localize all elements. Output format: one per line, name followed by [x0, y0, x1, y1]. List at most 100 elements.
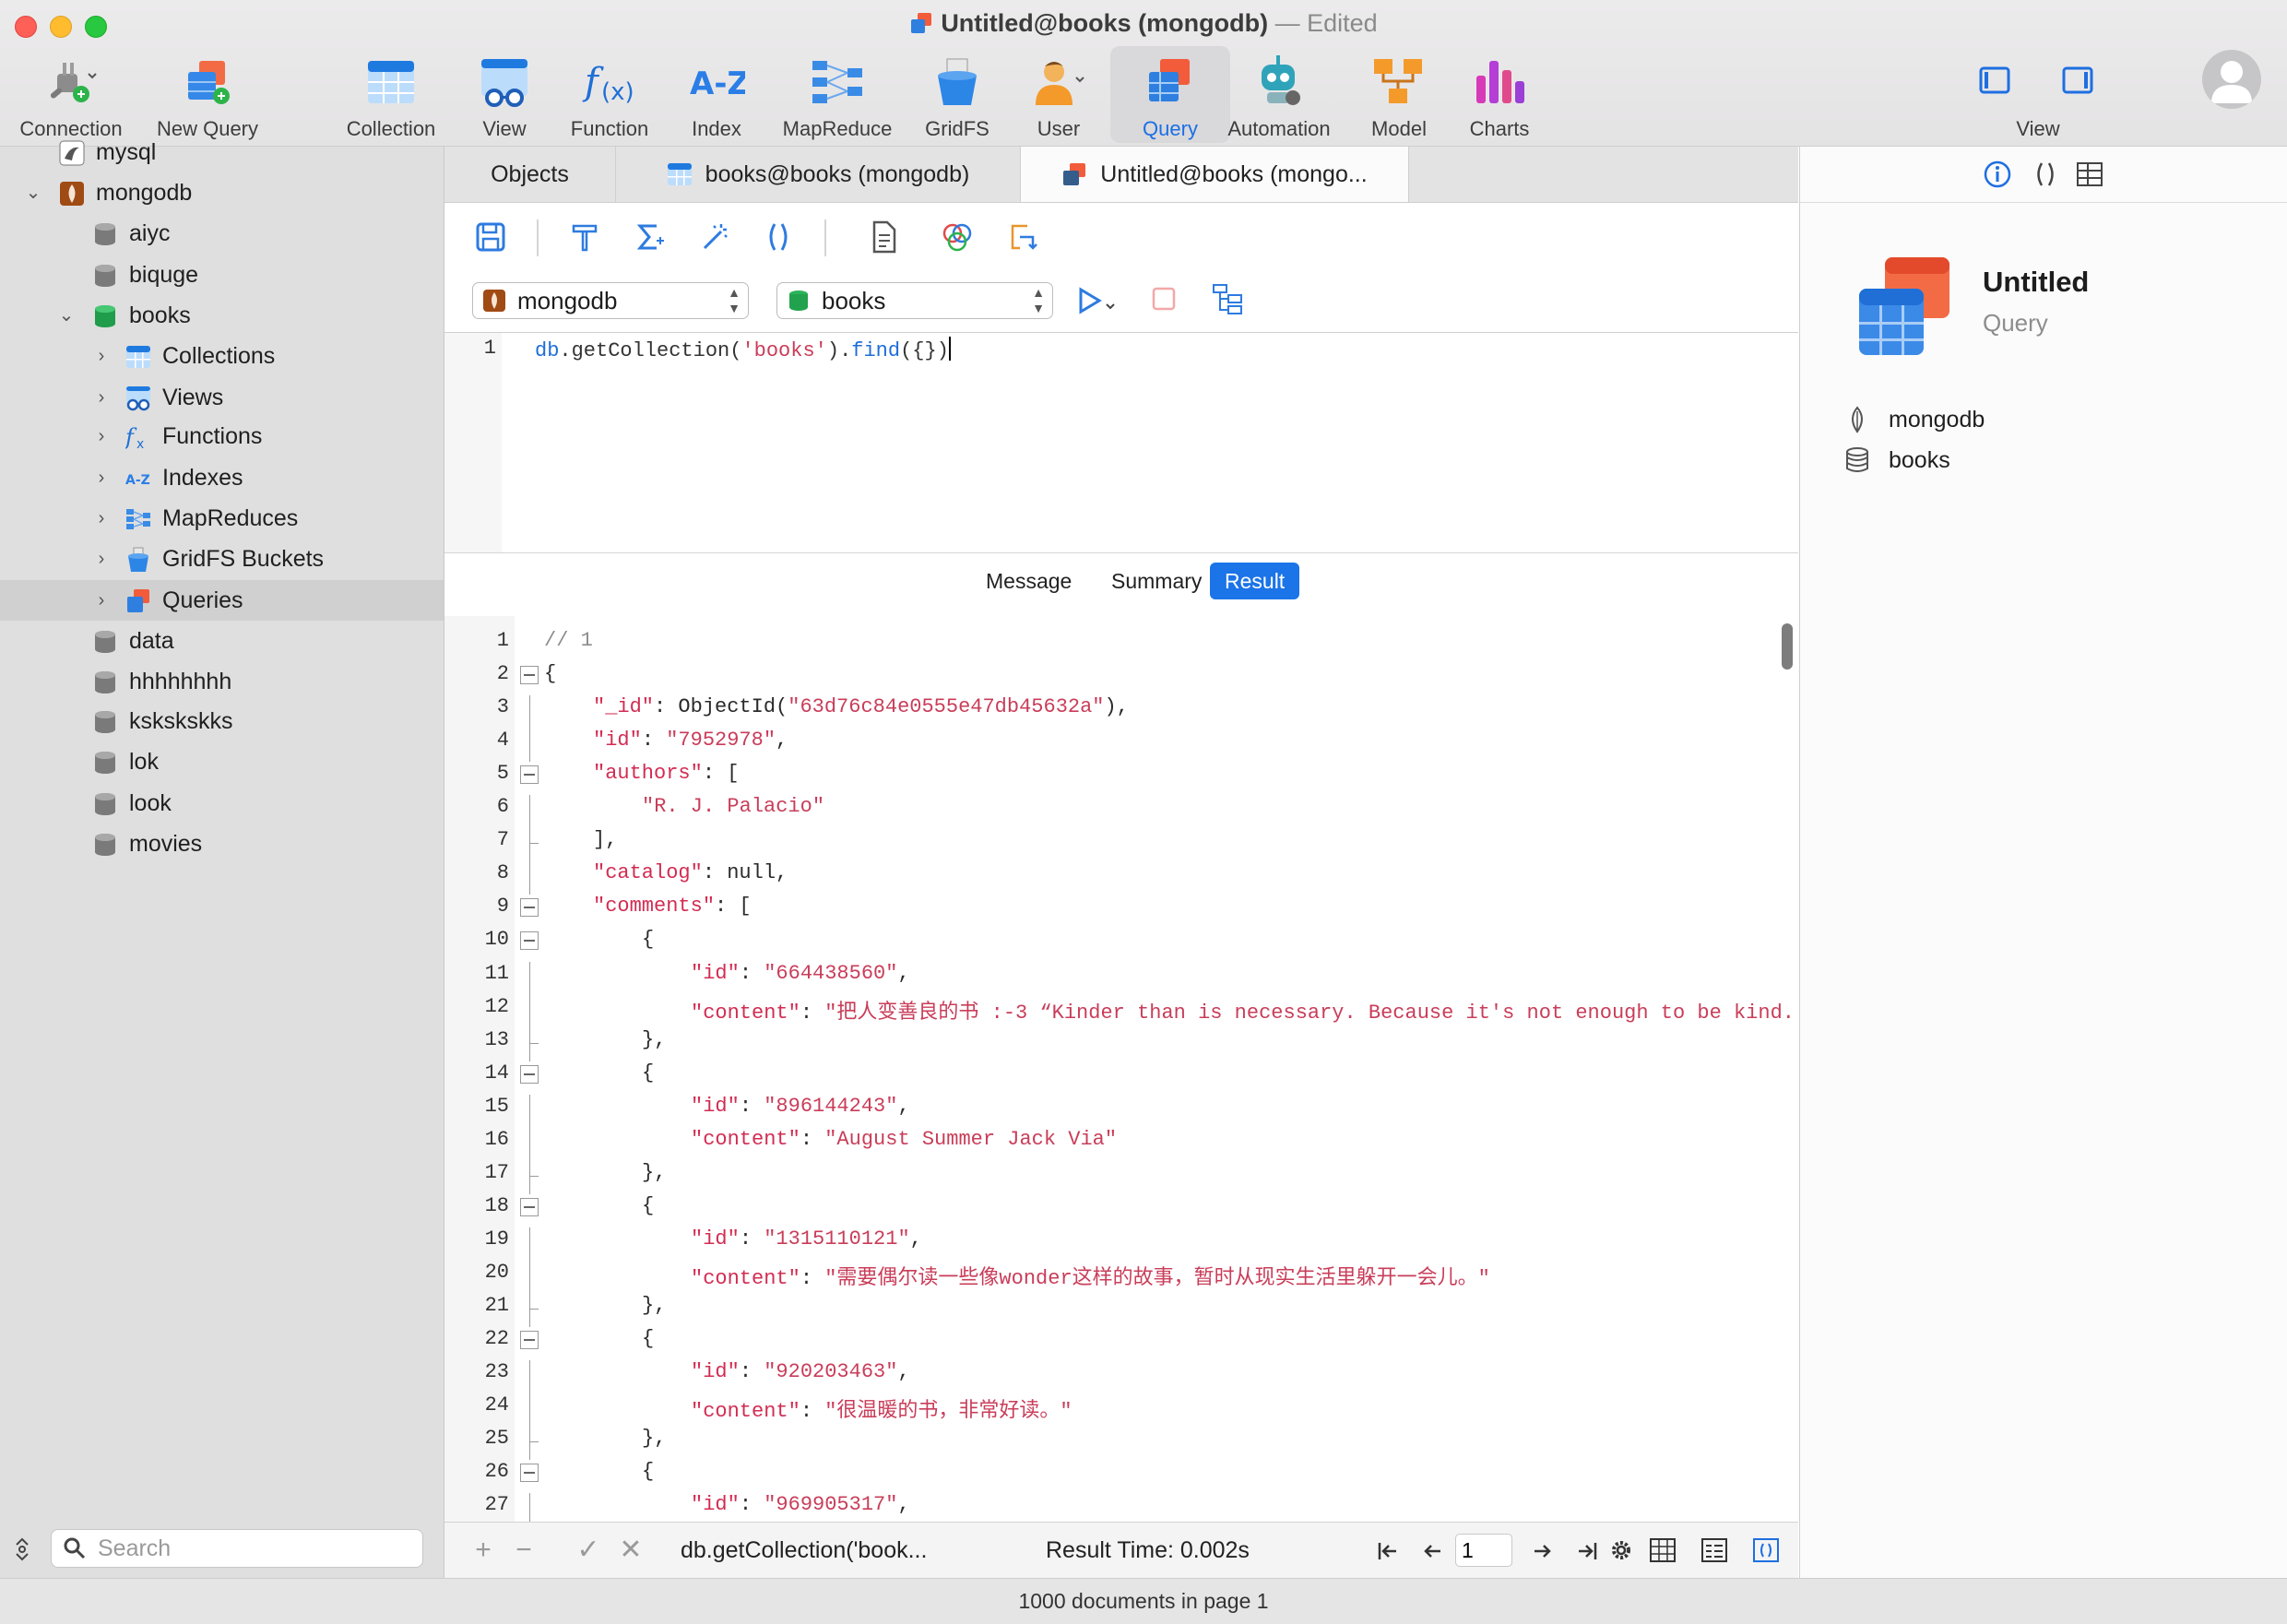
tree-item-views[interactable]: › Views [0, 377, 444, 418]
user-avatar[interactable] [2202, 50, 2261, 109]
tree-item-movies[interactable]: movies [0, 824, 444, 864]
result-code-line[interactable]: { [642, 1460, 654, 1483]
tree-item-mongodb[interactable]: ⌄ mongodb [0, 172, 444, 213]
aggregate-sigma-icon[interactable] [629, 217, 670, 257]
tree-item-biquge[interactable]: biquge [0, 255, 444, 295]
database-select[interactable]: books ▲ ▼ [776, 282, 1053, 319]
next-page-icon[interactable] [1531, 1539, 1555, 1563]
tree-item-ksksksk[interactable]: kskskskks [0, 701, 444, 741]
tree-item-gridfs-buckets[interactable]: › GridFS Buckets [0, 539, 444, 579]
result-code-line[interactable]: // 1 [544, 629, 593, 652]
tab-message[interactable]: Message [971, 563, 1086, 599]
result-code-line[interactable]: "id": "1315110121", [691, 1227, 922, 1251]
editor-code-line[interactable]: db.getCollection('books').find({}) [535, 337, 951, 362]
delete-record-button[interactable]: − [507, 1534, 540, 1567]
result-code-line[interactable]: "comments": [ [593, 895, 752, 918]
result-scrollbar[interactable] [1782, 623, 1793, 670]
chevron-down-icon[interactable]: ⌄ [22, 172, 44, 213]
stop-icon[interactable] [1151, 286, 1177, 312]
tree-item-books[interactable]: ⌄ books [0, 295, 444, 336]
chevron-right-icon[interactable]: › [90, 580, 113, 621]
result-code-line[interactable]: { [544, 662, 556, 685]
fold-toggle-icon[interactable] [520, 931, 539, 950]
export-icon[interactable] [1001, 217, 1042, 257]
search-input[interactable] [96, 1534, 413, 1563]
page-number-input[interactable] [1455, 1534, 1512, 1567]
form-view-icon[interactable] [1700, 1537, 1728, 1563]
result-json-view[interactable]: 1 // 1 2 {3 "_id": ObjectId("63d76c84e0555e4… [444, 616, 1798, 1522]
mapreduce-button[interactable]: MapReduce [777, 46, 897, 143]
result-code-line[interactable]: "catalog": null, [593, 861, 788, 884]
chevron-right-icon[interactable]: › [90, 416, 113, 456]
tab-untitled-query[interactable]: Untitled@books (mongo... [1021, 147, 1409, 202]
preview-grid-icon[interactable] [2075, 160, 2104, 189]
tree-item-look[interactable]: look [0, 783, 444, 824]
save-icon[interactable] [470, 217, 511, 257]
sidebar-sort-icon[interactable] [13, 1535, 31, 1563]
charts-button[interactable]: Charts [1440, 46, 1559, 143]
explain-circles-icon[interactable] [937, 217, 978, 257]
result-code-line[interactable]: "id": "896144243", [691, 1095, 910, 1118]
result-code-line[interactable]: "content": "把人变善良的书 :-3 “Kinder than is … [691, 995, 1795, 1025]
magic-wand-icon[interactable] [693, 217, 734, 257]
automation-button[interactable]: Automation [1219, 46, 1339, 143]
tree-item-hhhhhhhh[interactable]: hhhhhhhh [0, 661, 444, 702]
ddl-parentheses-icon[interactable] [2031, 160, 2060, 189]
add-record-button[interactable]: + [467, 1534, 500, 1567]
new-query-button[interactable]: New Query [148, 46, 267, 143]
tab-objects[interactable]: Objects [444, 147, 616, 202]
result-code-line[interactable]: "content": "需要偶尔读一些像wonder这样的故事，暂时从现实生活里… [691, 1261, 1490, 1290]
index-button[interactable]: A-Z Index [657, 46, 776, 143]
gear-icon[interactable] [1608, 1537, 1634, 1563]
function-button[interactable]: f (x) Function [550, 46, 670, 143]
query-editor[interactable]: 1 db.getCollection('books').find({}) [444, 332, 1798, 552]
fold-toggle-icon[interactable] [520, 765, 539, 784]
toggle-left-sidebar-icon[interactable] [1979, 66, 2010, 94]
tab-books-collection[interactable]: books@books (mongodb) [616, 147, 1021, 202]
explain-tree-icon[interactable] [1212, 282, 1245, 315]
chevron-down-icon[interactable]: ⌄ [55, 295, 77, 336]
json-view-icon[interactable] [1752, 1537, 1780, 1563]
tree-item-mysql[interactable]: mysql [0, 132, 444, 172]
tab-result[interactable]: Result [1210, 563, 1300, 599]
fold-toggle-icon[interactable] [520, 898, 539, 917]
info-icon[interactable] [1983, 160, 2012, 189]
result-code-line[interactable]: ], [593, 828, 617, 851]
tree-item-lok[interactable]: lok [0, 741, 444, 782]
toggle-right-sidebar-icon[interactable] [2062, 66, 2093, 94]
result-code-line[interactable]: "authors": [ [593, 762, 739, 785]
grid-view-icon[interactable] [1649, 1537, 1677, 1563]
result-code-line[interactable]: "id": "969905317", [691, 1493, 910, 1516]
previous-page-icon[interactable] [1420, 1539, 1444, 1563]
result-code-line[interactable]: }, [642, 1427, 666, 1450]
result-code-line[interactable]: { [642, 928, 654, 951]
discard-changes-button[interactable]: ✕ [614, 1534, 647, 1567]
tree-item-indexes[interactable]: › A-Z Indexes [0, 457, 444, 498]
fold-toggle-icon[interactable] [520, 1065, 539, 1084]
connection-button[interactable]: Connection [11, 46, 131, 143]
first-page-icon[interactable] [1376, 1539, 1400, 1563]
fold-toggle-icon[interactable] [520, 1331, 539, 1349]
result-code-line[interactable]: { [642, 1194, 654, 1217]
result-code-line[interactable]: { [642, 1061, 654, 1085]
result-code-line[interactable]: }, [642, 1161, 666, 1184]
chevron-right-icon[interactable]: › [90, 377, 113, 418]
query-button[interactable]: Query [1110, 46, 1230, 143]
result-code-line[interactable]: }, [642, 1294, 666, 1317]
sidebar-search[interactable] [51, 1529, 423, 1568]
result-code-line[interactable]: "_id": ObjectId("63d76c84e0555e47db45632… [593, 695, 1129, 718]
view-button[interactable]: View [444, 46, 564, 143]
tree-item-queries[interactable]: › Queries [0, 580, 444, 621]
result-code-line[interactable]: "content": "August Summer Jack Via" [691, 1128, 1117, 1151]
tree-item-mapreduces[interactable]: › MapReduces [0, 498, 444, 539]
braces-icon[interactable] [758, 217, 799, 257]
tab-summary[interactable]: Summary [1096, 563, 1216, 599]
result-code-line[interactable]: "content": "很温暖的书，非常好读。" [691, 1393, 1072, 1423]
result-code-line[interactable]: "id": "920203463", [691, 1360, 910, 1383]
beautify-icon[interactable] [564, 217, 605, 257]
run-play-icon[interactable] [1075, 284, 1120, 317]
result-code-line[interactable]: "id": "7952978", [593, 729, 788, 752]
result-code-line[interactable]: }, [642, 1028, 666, 1051]
tree-item-functions[interactable]: › f x Functions [0, 416, 444, 456]
tree-item-collections[interactable]: › Collections [0, 336, 444, 376]
